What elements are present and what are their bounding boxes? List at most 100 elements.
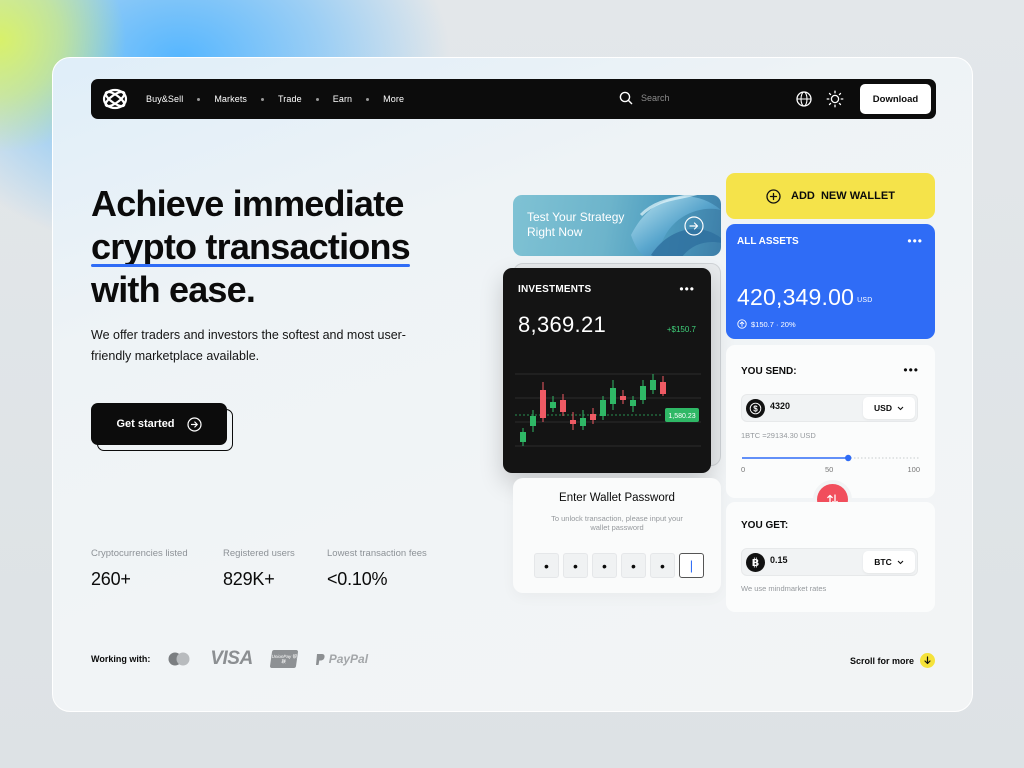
stat-label: Cryptocurrencies listed — [91, 548, 188, 559]
nav-item-trade[interactable]: Trade — [278, 94, 302, 104]
candle-body — [650, 380, 656, 390]
scroll-for-more-label: Scroll for more — [850, 655, 915, 666]
nav-separator — [315, 97, 319, 101]
get-amount-input[interactable] — [770, 555, 850, 565]
pin-digit-box[interactable]: • — [650, 553, 675, 578]
get-currency-select[interactable]: BTC — [863, 551, 915, 573]
nav-menu: Buy&Sell Markets Trade Earn More — [146, 79, 404, 119]
theme-toggle-sun-icon[interactable] — [826, 90, 844, 108]
candle-body — [580, 418, 586, 426]
assets-currency: USD — [857, 297, 873, 304]
download-button[interactable]: Download — [860, 84, 931, 114]
slider-label-max: 100 — [907, 465, 920, 474]
arrow-up-circle-icon — [737, 319, 747, 329]
stats-row: Cryptocurrencies listed 260+ Registered … — [91, 548, 457, 590]
nav-item-markets[interactable]: Markets — [214, 94, 247, 104]
search-icon[interactable] — [619, 91, 633, 105]
strategy-title: Test Your Strategy Right Now — [527, 210, 625, 239]
pin-digit-box[interactable]: • — [621, 553, 646, 578]
investments-title: INVESTMENTS — [518, 284, 592, 295]
candle-body — [660, 382, 666, 394]
pin-digit-box[interactable]: • — [534, 553, 559, 578]
mastercard-logo-icon — [166, 651, 192, 667]
investments-value: 8,369.21 — [518, 312, 607, 337]
svg-text:B: B — [752, 558, 759, 569]
more-options-icon[interactable]: ••• — [903, 363, 919, 377]
get-title: YOU GET: — [741, 520, 789, 531]
get-started-button[interactable]: Get started — [91, 403, 227, 445]
candle-body — [550, 402, 556, 408]
nav-item-more[interactable]: More — [383, 94, 404, 104]
scroll-for-more[interactable]: Scroll for more — [850, 653, 936, 668]
slider-label-min: 0 — [741, 465, 746, 474]
paypal-icon — [315, 653, 325, 665]
chevron-down-icon — [897, 406, 904, 410]
assets-title: ALL ASSETS — [737, 236, 799, 247]
slider-label-mid: 50 — [825, 465, 834, 474]
arrow-right-circle-icon — [186, 416, 202, 432]
stat-label: Lowest transaction fees — [327, 548, 427, 559]
stat-users: Registered users 829K+ — [223, 548, 297, 590]
exchange-rate: 1BTC =29134.30 USD — [741, 431, 816, 440]
get-started-label: Get started — [116, 418, 175, 430]
stat-value: 260+ — [91, 569, 131, 589]
stat-value: <0.10% — [327, 569, 388, 589]
brand-logo-icon[interactable] — [101, 86, 129, 112]
navbar: Buy&Sell Markets Trade Earn More Search … — [91, 79, 936, 119]
send-amount-input[interactable] — [770, 401, 850, 411]
chevron-down-icon — [897, 560, 904, 564]
more-options-icon[interactable]: ••• — [907, 234, 923, 248]
arrow-down-icon — [920, 653, 936, 668]
stat-value: 829K+ — [223, 569, 275, 589]
candle-body — [600, 400, 606, 416]
candle-body — [540, 390, 546, 418]
partners-label: Working with: — [91, 654, 151, 664]
rates-note: We use mindmarket rates — [741, 584, 827, 593]
partners-row: Working with: VISA UnionPay 银联 PayPal — [91, 648, 386, 670]
search-input[interactable] — [641, 93, 731, 103]
nav-item-earn[interactable]: Earn — [333, 94, 352, 104]
you-send-card: YOU SEND: ••• $ USD 1BTC =29134.30 USD 0… — [726, 345, 935, 498]
arrow-right-circle-icon[interactable] — [684, 216, 704, 236]
stat-cryptocurrencies: Cryptocurrencies listed 260+ — [91, 548, 193, 590]
you-get-card: YOU GET: B BTC We use mindmarket rates — [726, 502, 935, 612]
hero-headline: Achieve immediate crypto transactions wi… — [91, 182, 471, 311]
stat-label: Registered users — [223, 548, 295, 559]
candle-body — [640, 386, 646, 400]
nav-separator — [366, 97, 370, 101]
headline-line-1: Achieve immediate — [91, 183, 404, 224]
headline-line-3: with ease. — [91, 269, 256, 310]
strategy-banner[interactable]: Test Your Strategy Right Now — [513, 195, 721, 256]
unionpay-logo-icon: UnionPay 银联 — [269, 650, 298, 668]
paypal-logo: PayPal — [315, 652, 368, 666]
nav-separator — [197, 97, 201, 101]
pin-digit-box-active[interactable]: | — [679, 553, 704, 578]
get-amount-field: B BTC — [741, 548, 918, 576]
investments-change: +$150.7 — [666, 325, 696, 334]
pin-digit-box[interactable]: • — [592, 553, 617, 578]
more-options-icon[interactable]: ••• — [679, 282, 695, 296]
candle-body — [520, 432, 526, 442]
send-currency-select[interactable]: USD — [863, 397, 915, 419]
amount-slider[interactable] — [742, 451, 919, 465]
candle-body — [530, 416, 536, 426]
visa-logo: VISA — [210, 648, 253, 669]
investments-card: INVESTMENTS ••• 8,369.21 +$150.7 1,580.2… — [503, 268, 711, 473]
candle-body — [590, 414, 596, 420]
svg-text:$: $ — [753, 404, 758, 413]
assets-value: 420,349.00 USD — [737, 284, 873, 310]
candlestick-chart: 1,580.23 — [515, 373, 701, 447]
candle-body — [630, 400, 636, 406]
candle-body — [620, 396, 626, 400]
stat-fees: Lowest transaction fees <0.10% — [327, 548, 427, 590]
nav-separator — [261, 97, 265, 101]
globe-icon[interactable] — [795, 90, 813, 108]
nav-item-buy-sell[interactable]: Buy&Sell — [146, 94, 183, 104]
send-title: YOU SEND: — [741, 366, 797, 377]
add-new-wallet-button[interactable]: ADD NEW WALLET — [726, 173, 935, 219]
hero-subtext: We offer traders and investors the softe… — [91, 328, 406, 363]
pin-digit-box[interactable]: • — [563, 553, 588, 578]
bitcoin-coin-icon: B — [746, 553, 765, 572]
headline-line-2: crypto transactions — [91, 226, 411, 267]
candle-body — [570, 420, 576, 424]
